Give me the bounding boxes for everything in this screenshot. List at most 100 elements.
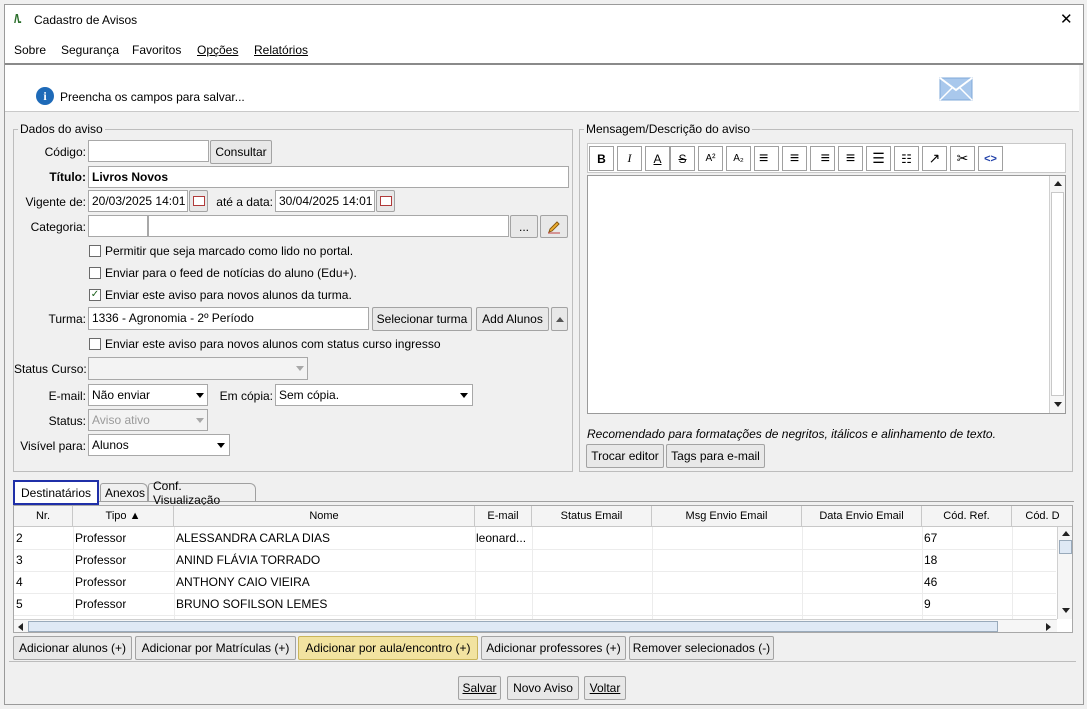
col-data-envio[interactable]: Data Envio Email — [802, 506, 922, 526]
strikethrough-button[interactable]: S — [670, 146, 695, 171]
superscript-button[interactable]: A² — [698, 146, 723, 171]
col-divider — [174, 527, 175, 619]
numbered-list-button[interactable]: ☷ — [894, 146, 919, 171]
add-alunos-label: Add Alunos — [482, 312, 543, 326]
tab-anexos-label: Anexos — [105, 486, 146, 500]
subscript-button[interactable]: A₂ — [726, 146, 751, 171]
grid-vertical-scrollbar[interactable] — [1057, 527, 1072, 619]
dados-legend: Dados do aviso — [18, 122, 105, 136]
turma-scroll-up-button[interactable] — [551, 307, 568, 331]
vigente-calendar-button[interactable] — [189, 190, 208, 212]
chk-status-ingresso[interactable] — [89, 338, 101, 350]
categoria-desc-input[interactable] — [148, 215, 509, 237]
adicionar-aula-button[interactable]: Adicionar por aula/encontro (+) — [298, 636, 478, 660]
adicionar-alunos-button[interactable]: Adicionar alunos (+) — [13, 636, 132, 660]
voltar-button[interactable]: Voltar — [584, 676, 626, 700]
tab-anexos[interactable]: Anexos — [100, 483, 148, 502]
categoria-search-button[interactable]: ... — [510, 215, 538, 238]
col-cod-ref[interactable]: Cód. Ref. — [922, 506, 1012, 526]
info-icon: i — [36, 87, 54, 105]
titulo-input[interactable]: Livros Novos — [88, 166, 569, 188]
tab-destinatarios[interactable]: Destinatários — [13, 480, 99, 505]
status-label: Status: — [48, 414, 86, 428]
chevron-down-icon — [217, 443, 225, 448]
vigente-date-input[interactable]: 20/03/2025 14:01 — [88, 190, 188, 212]
col-email[interactable]: E-mail — [475, 506, 532, 526]
chk-novos-alunos-turma[interactable]: ✓ — [89, 289, 101, 301]
trocar-editor-label: Trocar editor — [591, 449, 659, 463]
chk-feed-noticias[interactable] — [89, 267, 101, 279]
arrow-up-icon — [1062, 531, 1070, 536]
remover-selecionados-label: Remover selecionados (-) — [632, 641, 771, 655]
close-icon[interactable]: ✕ — [1060, 10, 1073, 28]
col-msg-envio[interactable]: Msg Envio Email — [652, 506, 802, 526]
visivel-select[interactable]: Alunos — [88, 434, 230, 456]
salvar-label: Salvar — [462, 681, 497, 695]
cut-button[interactable]: ✂ — [950, 146, 975, 171]
chk-lido-portal-label: Permitir que seja marcado como lido no p… — [105, 244, 354, 258]
arrow-up-icon — [555, 316, 564, 322]
trocar-editor-button[interactable]: Trocar editor — [586, 444, 664, 468]
menu-relatorios[interactable]: Relatórios — [254, 43, 308, 57]
grid-horizontal-scrollbar[interactable] — [14, 619, 1057, 632]
col-nome[interactable]: Nome — [174, 506, 475, 526]
status-select[interactable]: Aviso ativo — [88, 409, 208, 431]
align-center-button[interactable]: ≡ — [782, 146, 807, 171]
remover-selecionados-button[interactable]: Remover selecionados (-) — [629, 636, 774, 660]
col-cod-d[interactable]: Cód. D — [1012, 506, 1072, 526]
menu-favoritos[interactable]: Favoritos — [132, 43, 181, 57]
ate-date-input[interactable]: 30/04/2025 14:01 — [275, 190, 375, 212]
align-left-button[interactable]: ≡ — [754, 146, 779, 171]
col-nr[interactable]: Nr. — [14, 506, 73, 526]
arrow-right-icon — [1046, 623, 1051, 631]
scrollbar-thumb[interactable] — [28, 621, 998, 632]
add-alunos-button[interactable]: Add Alunos — [476, 307, 549, 331]
tab-conf-visualizacao-label: Conf. Visualização — [153, 479, 221, 507]
recipients-grid: Nr. Tipo ▲ Nome E-mail Status Email Msg … — [13, 505, 1073, 633]
font-color-button[interactable]: A — [645, 146, 670, 171]
adicionar-matriculas-label: Adicionar por Matrículas (+) — [141, 641, 290, 655]
bullet-list-button[interactable]: ☰ — [866, 146, 891, 171]
justify-button[interactable]: ≡ — [838, 146, 863, 171]
scrollbar-thumb[interactable] — [1059, 540, 1072, 554]
align-right-button[interactable]: ≡ — [810, 146, 835, 171]
novo-aviso-button[interactable]: Novo Aviso — [507, 676, 579, 700]
codigo-input[interactable] — [88, 140, 209, 162]
grid-header: Nr. Tipo ▲ Nome E-mail Status Email Msg … — [14, 506, 1072, 527]
col-status-email[interactable]: Status Email — [532, 506, 652, 526]
em-copia-label: Em cópia: — [219, 389, 273, 403]
info-message: Preencha os campos para salvar... — [60, 90, 245, 104]
menu-sobre[interactable]: Sobre — [14, 43, 46, 57]
editor-scrollbar[interactable] — [1049, 176, 1065, 413]
menu-opcoes[interactable]: Opções — [197, 43, 238, 57]
scrollbar-thumb[interactable] — [1051, 192, 1064, 396]
tab-conf-visualizacao[interactable]: Conf. Visualização — [148, 479, 256, 507]
chk-lido-portal[interactable] — [89, 245, 101, 257]
chk-feed-noticias-label: Enviar para o feed de notícias do aluno … — [105, 266, 357, 280]
email-select[interactable]: Não enviar — [88, 384, 208, 406]
col-tipo[interactable]: Tipo ▲ — [73, 506, 174, 526]
selecionar-turma-button[interactable]: Selecionar turma — [372, 307, 472, 331]
categoria-edit-button[interactable] — [540, 215, 568, 238]
status-curso-select[interactable] — [88, 357, 308, 380]
ate-calendar-button[interactable] — [376, 190, 395, 212]
turma-input[interactable]: 1336 - Agronomia - 2º Período — [88, 307, 369, 330]
col-divider — [1012, 527, 1013, 619]
categoria-code-input[interactable] — [88, 215, 148, 237]
arrow-down-icon — [1054, 402, 1062, 407]
col-divider — [475, 527, 476, 619]
mensagem-legend: Mensagem/Descrição do aviso — [584, 122, 753, 136]
adicionar-matriculas-button[interactable]: Adicionar por Matrículas (+) — [135, 636, 296, 660]
tags-email-button[interactable]: Tags para e-mail — [666, 444, 765, 468]
em-copia-select[interactable]: Sem cópia. — [275, 384, 473, 406]
consultar-button[interactable]: Consultar — [210, 140, 272, 164]
chevron-down-icon — [196, 418, 204, 423]
menu-seguranca[interactable]: Segurança — [61, 43, 119, 57]
salvar-button[interactable]: Salvar — [458, 676, 501, 700]
bold-button[interactable]: B — [589, 146, 614, 171]
italic-button[interactable]: I — [617, 146, 642, 171]
adicionar-professores-button[interactable]: Adicionar professores (+) — [481, 636, 626, 660]
editor-textarea[interactable] — [587, 175, 1066, 414]
source-code-button[interactable]: <> — [978, 146, 1003, 171]
external-link-button[interactable]: ↗ — [922, 146, 947, 171]
